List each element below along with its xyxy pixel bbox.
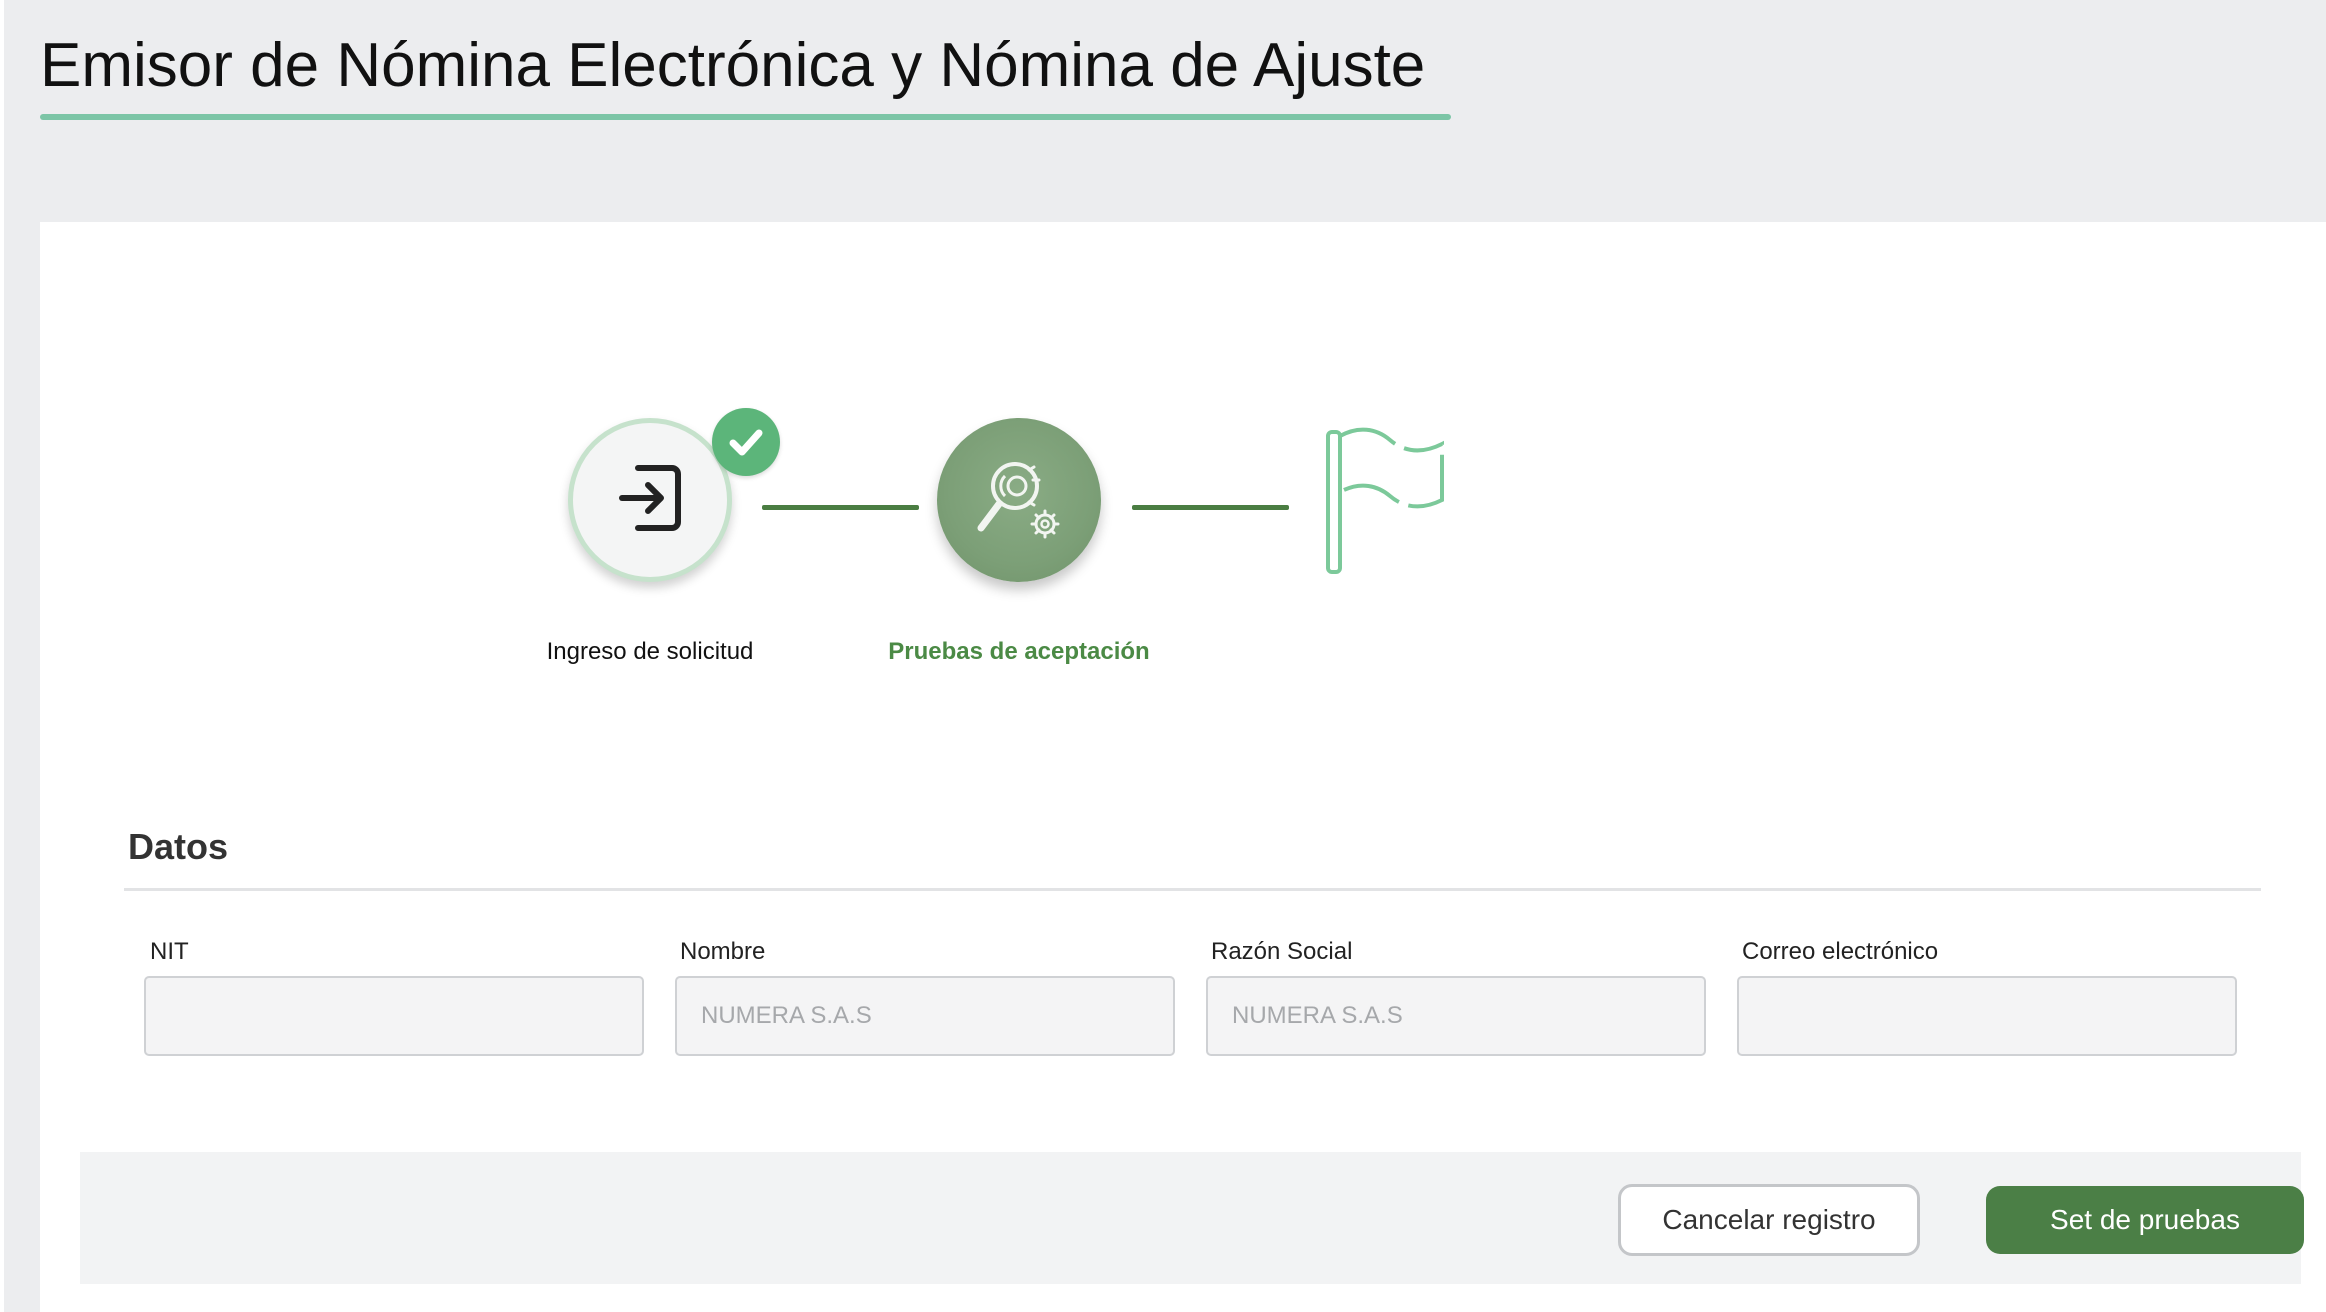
nombre-label: Nombre [680, 938, 766, 965]
razon-social-label: Razón Social [1211, 938, 1353, 965]
step-label-active: Pruebas de aceptación [888, 638, 1150, 665]
completed-check-icon [712, 408, 780, 476]
flag-icon [1318, 422, 1468, 582]
email-label: Correo electrónico [1742, 938, 1939, 965]
main-card: Ingreso de solicitud Pruebas de aceptaci… [40, 222, 2326, 1312]
nombre-field[interactable] [675, 976, 1175, 1056]
set-de-pruebas-button[interactable]: Set de pruebas [1986, 1186, 2304, 1254]
login-arrow-icon [610, 458, 690, 543]
section-title: Datos [128, 826, 229, 867]
title-underline [40, 114, 1451, 120]
nit-field[interactable] [144, 976, 644, 1056]
search-gear-icon [969, 448, 1069, 553]
step-pruebas-aceptacion[interactable] [937, 418, 1101, 582]
step-ingreso-solicitud[interactable] [568, 418, 732, 582]
step-connector [1132, 505, 1289, 510]
step-label: Ingreso de solicitud [546, 638, 754, 665]
step-connector [762, 505, 919, 510]
cancel-button[interactable]: Cancelar registro [1618, 1184, 1920, 1256]
nit-label: NIT [150, 938, 189, 965]
email-field[interactable] [1737, 976, 2237, 1056]
left-edge [0, 0, 4, 1312]
razon-social-field[interactable] [1206, 976, 1706, 1056]
form-footer [80, 1152, 2301, 1284]
page-title: Emisor de Nómina Electrónica y Nómina de… [40, 31, 1426, 100]
section-divider [124, 888, 2261, 891]
